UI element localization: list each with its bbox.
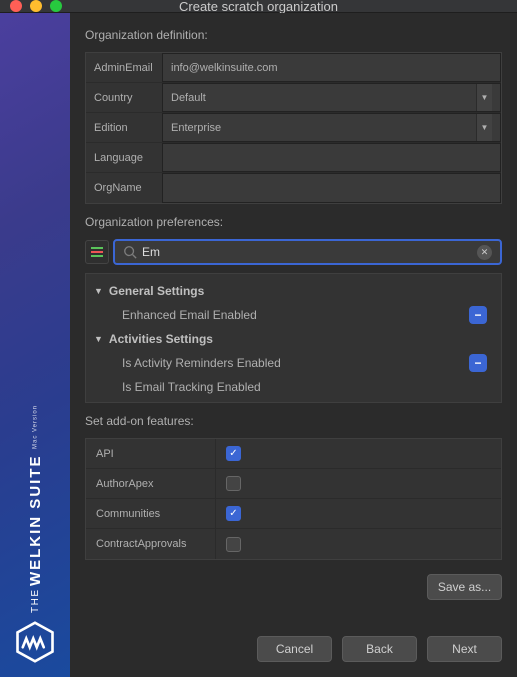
feature-label: Communities — [86, 499, 216, 528]
admin-email-input[interactable] — [162, 53, 501, 82]
field-label: AdminEmail — [86, 53, 162, 82]
feature-checkbox-authorapex[interactable] — [226, 476, 241, 491]
field-label: OrgName — [86, 173, 162, 203]
cancel-button[interactable]: Cancel — [257, 636, 332, 662]
chevron-down-icon: ▼ — [94, 286, 103, 296]
save-as-button[interactable]: Save as... — [427, 574, 502, 600]
clear-search-icon[interactable]: ✕ — [477, 245, 492, 260]
features-table: API ✓ AuthorApex Communities ✓ ContractApp… — [85, 438, 502, 560]
chevron-down-icon: ▼ — [94, 334, 103, 344]
features-label: Set add-on features: — [85, 414, 502, 428]
country-select[interactable]: Default▼ — [162, 83, 501, 112]
sidebar: THE WELKIN SUITE Mac Version — [0, 13, 70, 677]
back-button[interactable]: Back — [342, 636, 417, 662]
prefs-search[interactable]: ✕ — [113, 239, 502, 265]
prefs-search-input[interactable] — [142, 245, 477, 259]
feature-checkbox-contractapprovals[interactable] — [226, 537, 241, 552]
tree-group-header[interactable]: ▼Activities Settings — [86, 328, 501, 350]
language-input[interactable] — [162, 143, 501, 172]
chevron-down-icon: ▼ — [476, 84, 492, 111]
tree-group-header[interactable]: ▼General Settings — [86, 280, 501, 302]
field-label: Language — [86, 143, 162, 172]
prefs-filter-icon[interactable] — [85, 240, 109, 264]
org-definition-label: Organization definition: — [85, 28, 502, 42]
feature-checkbox-communities[interactable]: ✓ — [226, 506, 241, 521]
org-preferences-label: Organization preferences: — [85, 215, 502, 229]
next-button[interactable]: Next — [427, 636, 502, 662]
orgname-input[interactable] — [162, 173, 501, 203]
brand-logo: THE WELKIN SUITE Mac Version — [14, 405, 56, 663]
tree-item[interactable]: Is Email Tracking Enabled — [86, 376, 501, 398]
feature-checkbox-api[interactable]: ✓ — [226, 446, 241, 461]
minimize-window-button[interactable] — [30, 0, 42, 12]
toggle-minus-icon[interactable]: − — [469, 306, 487, 324]
org-definition-table: AdminEmail CountryDefault▼ EditionEnterp… — [85, 52, 502, 204]
prefs-tree: ▼General Settings Enhanced Email Enabled… — [85, 273, 502, 403]
tree-item[interactable]: Enhanced Email Enabled− — [86, 302, 501, 328]
feature-label: API — [86, 439, 216, 468]
field-label: Country — [86, 83, 162, 112]
maximize-window-button[interactable] — [50, 0, 62, 12]
tree-item[interactable]: Is Activity Reminders Enabled− — [86, 350, 501, 376]
welkin-logo-icon — [14, 621, 56, 663]
feature-label: ContractApprovals — [86, 529, 216, 559]
window-title: Create scratch organization — [0, 0, 517, 14]
feature-label: AuthorApex — [86, 469, 216, 498]
search-icon — [123, 245, 137, 259]
toggle-minus-icon[interactable]: − — [469, 354, 487, 372]
field-label: Edition — [86, 113, 162, 142]
chevron-down-icon: ▼ — [476, 114, 492, 141]
titlebar: Create scratch organization — [0, 0, 517, 13]
edition-select[interactable]: Enterprise▼ — [162, 113, 501, 142]
close-window-button[interactable] — [10, 0, 22, 12]
